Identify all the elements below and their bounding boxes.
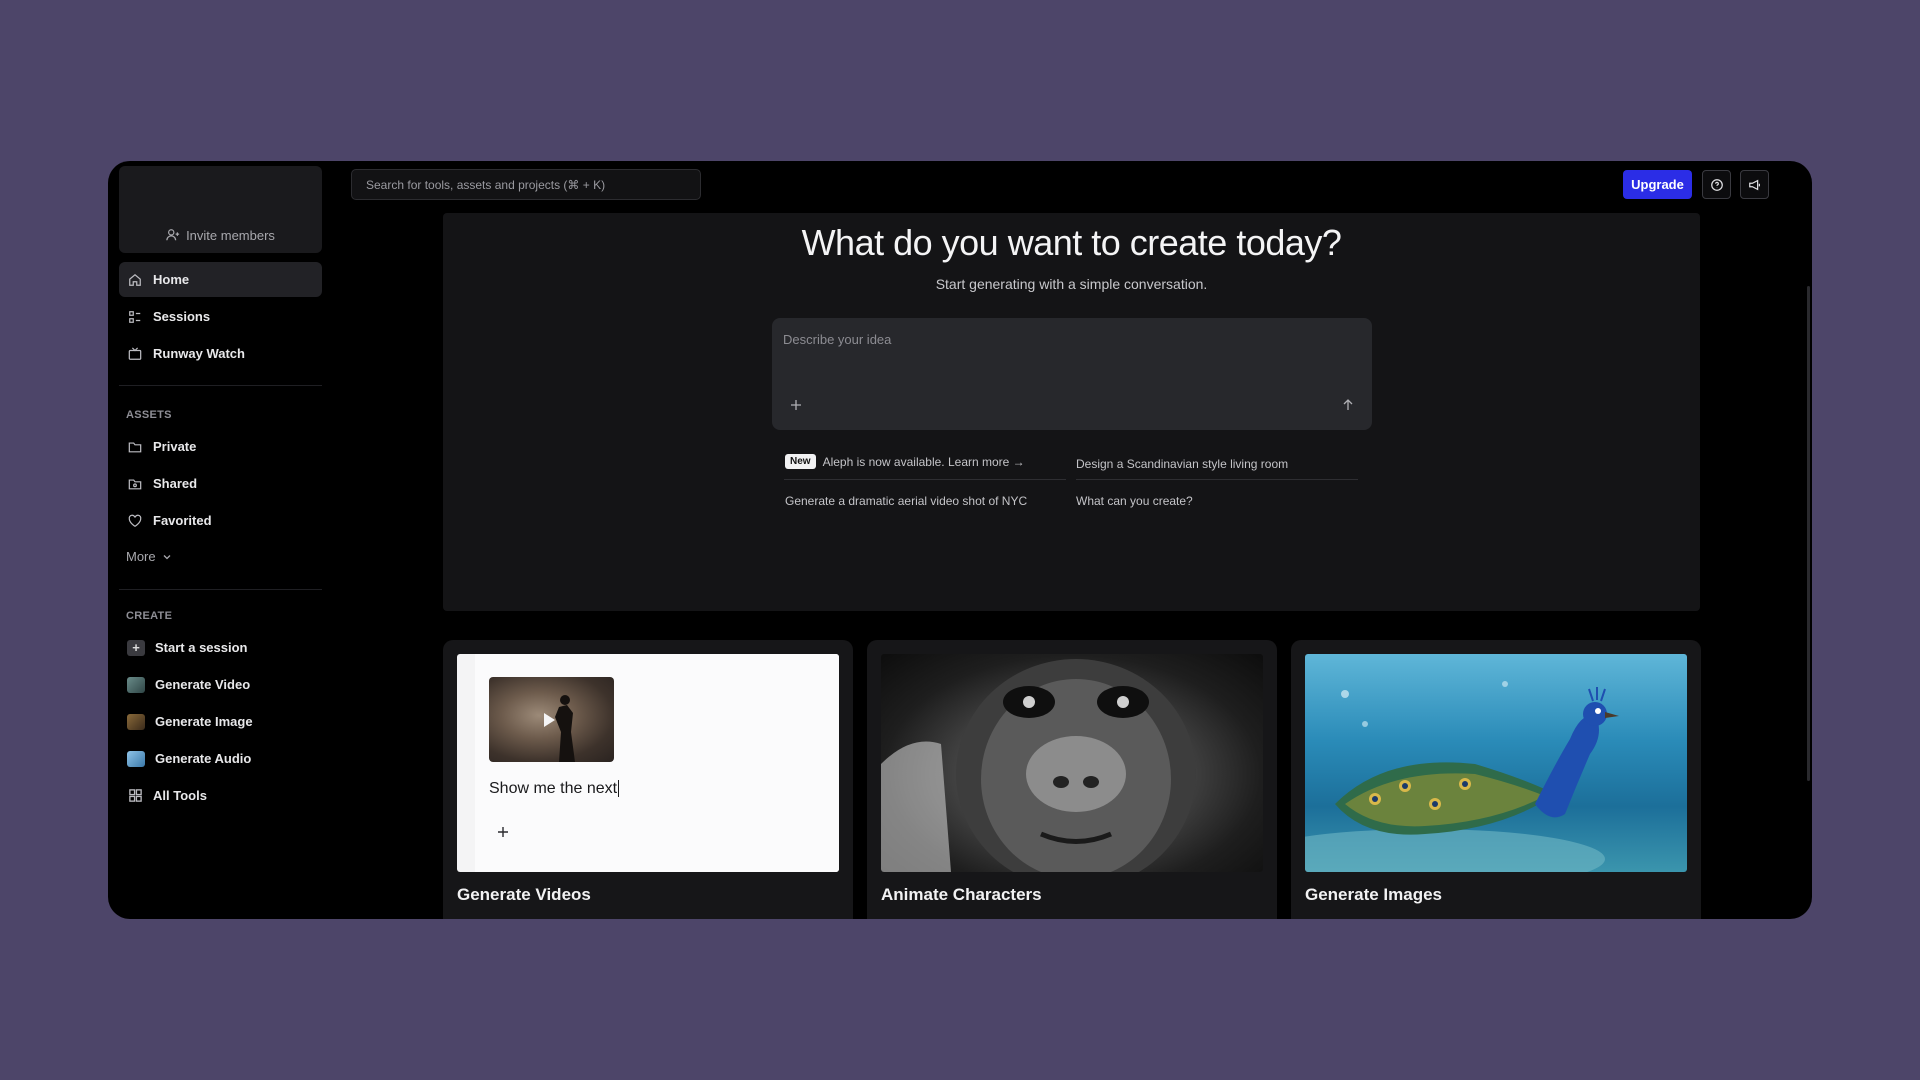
hero-subtitle: Start generating with a simple conversat… [935, 276, 1208, 292]
attach-button[interactable] [790, 398, 802, 416]
sidebar: Invite members Home Sessions Runway Watc… [108, 161, 328, 919]
chat-mockup-plus [497, 825, 509, 843]
sidebar-item-home[interactable]: Home [119, 262, 322, 297]
suggestion-aleph[interactable]: New Aleph is now available. Learn more → [785, 454, 1025, 469]
more-toggle[interactable]: More [126, 549, 172, 564]
hero-title: What do you want to create today? [801, 222, 1342, 263]
apps-grid-icon [127, 788, 143, 804]
heart-icon [127, 513, 143, 529]
sidebar-item-shared[interactable]: Shared [119, 466, 322, 501]
sidebar-item-label: Generate Image [155, 714, 253, 729]
suggestion-divider [1076, 479, 1358, 480]
card-animate-characters[interactable]: Animate Characters [867, 640, 1277, 919]
sidebar-item-label: Shared [153, 476, 198, 491]
video-scene-illustration [544, 695, 575, 762]
card-title: Generate Videos [457, 885, 591, 904]
card-title: Animate Characters [881, 885, 1042, 904]
generate-videos-preview: Show me the next [457, 654, 839, 872]
text-cursor [618, 780, 620, 797]
scrollbar[interactable] [1807, 286, 1810, 781]
sidebar-item-label: Favorited [153, 513, 212, 528]
generate-images-preview [1305, 654, 1687, 872]
image-thumb-icon [127, 713, 145, 730]
sidebar-item-label: All Tools [153, 788, 207, 803]
chat-mockup: Show me the next [475, 654, 839, 872]
plus-icon [791, 400, 801, 410]
sidebar-item-label: Home [153, 272, 190, 287]
sidebar-item-label: Generate Video [155, 677, 251, 692]
home-icon [127, 272, 143, 288]
peacock-illustration [1305, 681, 1619, 872]
audio-thumb-icon [127, 750, 145, 767]
app-window: Invite members Home Sessions Runway Watc… [108, 161, 1812, 919]
suggestion-label: Design a Scandinavian style living room [1076, 457, 1289, 471]
folder-icon [127, 439, 143, 455]
megaphone-icon [1748, 179, 1760, 190]
chevron-down-icon [163, 554, 171, 559]
animate-characters-preview [881, 654, 1263, 872]
arrow-up-icon [1343, 399, 1353, 410]
sidebar-divider [119, 589, 322, 590]
plus-icon [498, 827, 508, 837]
new-badge: New [785, 454, 816, 469]
suggestion-label: Generate a dramatic aerial video shot of… [785, 494, 1028, 508]
sidebar-item-sessions[interactable]: Sessions [119, 299, 322, 334]
sidebar-item-start-session[interactable]: + Start a session [119, 630, 322, 665]
create-header: CREATE [126, 610, 173, 622]
sidebar-divider [119, 385, 322, 386]
help-chat-icon [1710, 178, 1723, 191]
suggestion-what[interactable]: What can you create? [1076, 494, 1193, 508]
shared-folder-icon [127, 476, 143, 492]
sidebar-item-label: Runway Watch [153, 346, 245, 361]
sidebar-item-generate-image[interactable]: Generate Image [119, 704, 322, 739]
chat-mockup-text: Show me the next [489, 780, 620, 798]
card-generate-images[interactable]: Generate Images [1291, 640, 1701, 919]
tv-icon [127, 346, 143, 362]
chat-mockup-text-value: Show me the next [489, 780, 618, 797]
video-thumb-icon [127, 676, 145, 693]
monkey-face-illustration [881, 659, 1196, 872]
suggestion-label: Aleph is now available. Learn more → [822, 454, 1025, 469]
invite-members-button[interactable]: Invite members [119, 225, 322, 245]
sidebar-item-generate-audio[interactable]: Generate Audio [119, 741, 322, 776]
add-user-icon [166, 229, 180, 241]
suggestion-scandinavian[interactable]: Design a Scandinavian style living room [1076, 457, 1288, 471]
sidebar-item-private[interactable]: Private [119, 429, 322, 464]
sidebar-item-label: Generate Audio [155, 751, 252, 766]
sidebar-item-label: Start a session [155, 640, 248, 655]
assets-header: ASSETS [126, 409, 172, 421]
invite-members-label: Invite members [186, 227, 275, 243]
sidebar-item-generate-video[interactable]: Generate Video [119, 667, 322, 702]
more-label: More [126, 549, 156, 564]
hero-panel: What do you want to create today? Start … [443, 213, 1700, 611]
card-generate-videos[interactable]: Show me the next Generate Videos [443, 640, 853, 919]
prompt-box[interactable]: Describe your idea [772, 318, 1372, 430]
sidebar-item-label: Sessions [153, 309, 211, 324]
workspace-card[interactable]: Invite members [119, 166, 322, 253]
plus-icon: + [127, 639, 145, 656]
sidebar-item-runway-watch[interactable]: Runway Watch [119, 336, 322, 371]
play-icon [544, 713, 555, 727]
card-title: Generate Images [1305, 885, 1443, 904]
prompt-input[interactable]: Describe your idea [783, 332, 891, 347]
suggestion-nyc[interactable]: Generate a dramatic aerial video shot of… [785, 494, 1027, 508]
send-button[interactable] [1342, 398, 1354, 416]
video-thumbnail [489, 677, 614, 762]
upgrade-button[interactable]: Upgrade [1623, 170, 1692, 199]
grid-list-icon [127, 309, 143, 325]
announcements-button[interactable] [1740, 170, 1769, 199]
suggestion-divider [784, 479, 1066, 480]
sidebar-item-label: Private [153, 439, 197, 454]
sidebar-item-all-tools[interactable]: All Tools [119, 778, 322, 813]
sidebar-item-favorited[interactable]: Favorited [119, 503, 322, 538]
search-input[interactable]: Search for tools, assets and projects (⌘… [351, 169, 701, 200]
suggestion-label: What can you create? [1076, 494, 1193, 508]
help-button[interactable] [1702, 170, 1731, 199]
